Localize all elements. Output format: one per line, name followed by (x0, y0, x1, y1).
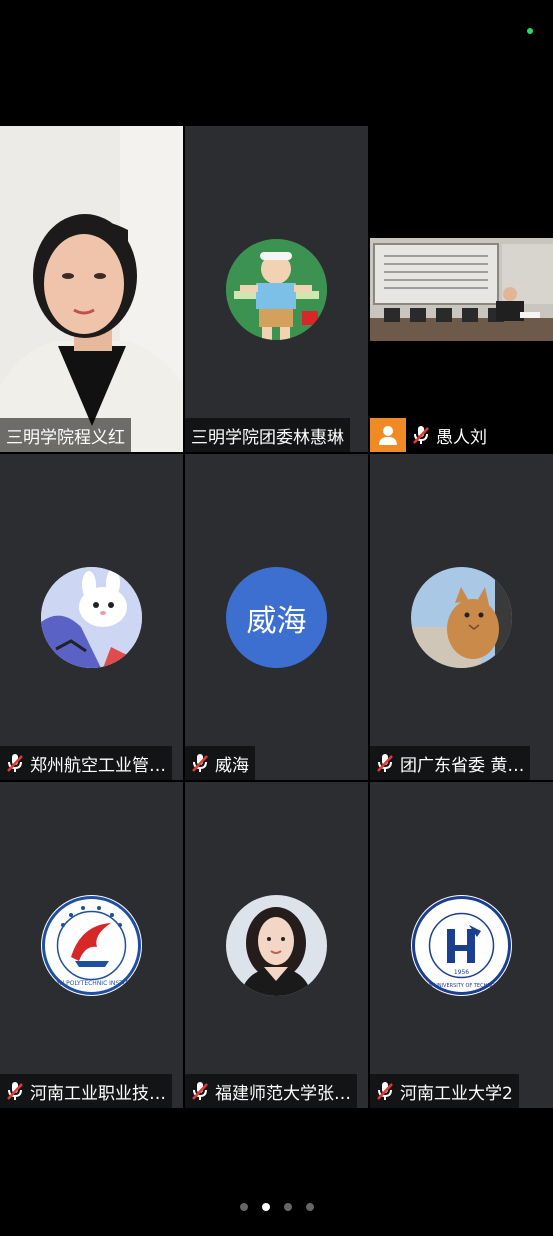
mic-muted-icon (185, 1074, 215, 1108)
video-feed-person (0, 126, 183, 452)
logo-year: 1956 (454, 969, 469, 976)
participant-name-bar: 河南工业大学2 (370, 1074, 519, 1108)
participant-name: 福建师范大学张… (215, 1083, 351, 1104)
cat-photo-avatar (411, 567, 512, 668)
girl-portrait-avatar (226, 895, 327, 996)
participant-name-bar: 河南工业职业技… (0, 1074, 172, 1108)
mic-muted-icon (370, 746, 400, 780)
participant-name: 三明学院团委林惠琳 (191, 427, 344, 448)
participant-name: 河南工业大学2 (400, 1083, 513, 1104)
page-dot-active[interactable] (262, 1203, 270, 1211)
participant-tile[interactable]: 愚人刘 (370, 126, 553, 452)
participant-name: 三明学院程义红 (6, 427, 125, 448)
participant-name: 愚人刘 (436, 427, 487, 448)
participant-tile[interactable]: 三明学院团委林惠琳 (185, 126, 368, 452)
participant-tile[interactable]: 三明学院程义红 (0, 126, 183, 452)
baby-cartoon-avatar (226, 239, 327, 340)
participant-name-bar: 郑州航空工业管… (0, 746, 172, 780)
participant-tile[interactable]: 福建师范大学张… (185, 782, 368, 1108)
mic-muted-icon (185, 746, 215, 780)
mic-muted-icon (0, 746, 30, 780)
logo-caption: HENAN UNIVERSITY OF TECHNOLOGY (415, 983, 509, 989)
bunny-cartoon-avatar (41, 567, 142, 668)
participant-tile[interactable]: 团广东省委 黄… (370, 454, 553, 780)
video-feed-conference-room (370, 238, 553, 341)
status-indicator-dot (527, 28, 533, 34)
page-dot[interactable] (284, 1203, 292, 1211)
participant-name-bar: 威海 (185, 746, 255, 780)
participant-name: 威海 (215, 755, 249, 776)
page-dot[interactable] (306, 1203, 314, 1211)
participant-grid: 三明学院程义红 三明学院团委林惠琳 愚人刘 郑州航空工业管… 威海 威海 团广东… (0, 126, 553, 1108)
participant-name-bar: 团广东省委 黄… (370, 746, 531, 780)
henan-university-of-technology-logo: 1956 HENAN UNIVERSITY OF TECHNOLOGY (411, 895, 512, 996)
meeting-screen: 三明学院程义红 三明学院团委林惠琳 愚人刘 郑州航空工业管… 威海 威海 团广东… (0, 0, 553, 1236)
participant-tile[interactable]: 郑州航空工业管… (0, 454, 183, 780)
participant-name-bar: 三明学院团委林惠琳 (185, 418, 350, 452)
participant-name: 河南工业职业技… (30, 1083, 166, 1104)
participant-name-bar: 愚人刘 (370, 418, 497, 452)
page-dot[interactable] (240, 1203, 248, 1211)
participant-name: 郑州航空工业管… (30, 755, 166, 776)
participant-name-bar: 福建师范大学张… (185, 1074, 357, 1108)
henan-polytechnic-logo: HENAN POLYTECHNIC INSTITUTE (41, 895, 142, 996)
participant-name: 团广东省委 黄… (400, 755, 525, 776)
mic-muted-icon (0, 1074, 30, 1108)
text-avatar: 威海 (226, 567, 327, 668)
mic-muted-icon (406, 418, 436, 452)
logo-caption: HENAN POLYTECHNIC INSTITUTE (43, 980, 141, 987)
page-indicator[interactable] (240, 1203, 314, 1211)
person-icon (370, 418, 406, 452)
mic-muted-icon (370, 1074, 400, 1108)
participant-tile[interactable]: HENAN POLYTECHNIC INSTITUTE 河南工业职业技… (0, 782, 183, 1108)
participant-tile[interactable]: 威海 威海 (185, 454, 368, 780)
participant-tile[interactable]: 1956 HENAN UNIVERSITY OF TECHNOLOGY 河南工业… (370, 782, 553, 1108)
participant-name-bar: 三明学院程义红 (0, 418, 131, 452)
